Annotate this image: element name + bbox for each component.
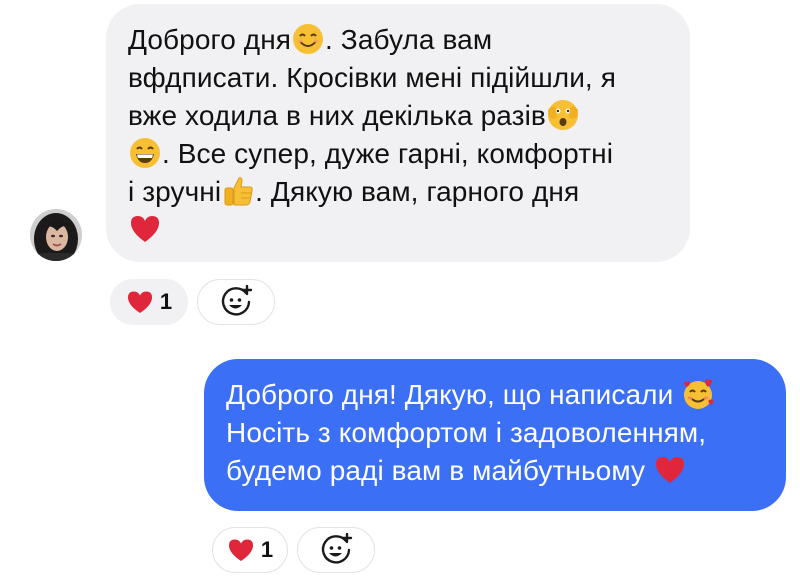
- reaction-heart-chip[interactable]: 1: [212, 527, 288, 573]
- avatar[interactable]: [30, 209, 82, 261]
- incoming-line-6: [128, 211, 676, 249]
- add-reaction-icon: [319, 533, 353, 567]
- heart-emoji: [126, 289, 154, 315]
- reaction-count: 1: [260, 537, 274, 562]
- incoming-line-3: вже ходила в них декілька разів: [128, 97, 676, 135]
- reaction-heart-chip[interactable]: 1: [110, 279, 188, 325]
- outgoing-line-2: Носіть з комфортом і задоволенням,: [226, 414, 774, 452]
- grin-emoji: [128, 136, 162, 170]
- smiling-face-with-hearts-emoji: [681, 377, 715, 411]
- incoming-line-5: і зручні . Дякую вам, гарного дня: [128, 173, 676, 211]
- smile-emoji: [291, 22, 325, 56]
- heart-emoji: [227, 537, 255, 563]
- message-text: вже ходила в них декілька разів: [128, 100, 546, 131]
- outgoing-message-bubble[interactable]: Доброго дня! Дякую, що написали Носіть з…: [204, 359, 786, 511]
- message-text: і зручні: [128, 176, 222, 207]
- heart-emoji: [128, 212, 162, 246]
- message-text: Доброго дня: [128, 24, 292, 55]
- message-text: Носіть з комфортом і задоволенням,: [226, 417, 707, 448]
- thumbs-up-emoji: [221, 174, 255, 208]
- reaction-count: 1: [159, 289, 173, 314]
- outgoing-line-3: будемо раді вам в майбутньому: [226, 452, 774, 490]
- incoming-line-2: вфдписати. Кросівки мені підійшли, я: [128, 59, 676, 97]
- message-text: . Все супер, дуже гарні, комфортні: [162, 138, 614, 169]
- incoming-message-bubble[interactable]: Доброго дня . Забула вам вфдписати. Кросі…: [106, 4, 690, 262]
- add-reaction-button[interactable]: [297, 527, 375, 573]
- message-text: будемо раді вам в майбутньому: [226, 455, 653, 486]
- avatar-photo: [30, 209, 82, 261]
- outgoing-line-1: Доброго дня! Дякую, що написали: [226, 376, 774, 414]
- add-reaction-button[interactable]: [197, 279, 275, 325]
- message-text: . Забула вам: [325, 24, 493, 55]
- heart-emoji: [653, 453, 687, 487]
- incoming-line-1: Доброго дня . Забула вам: [128, 21, 676, 59]
- message-text: . Дякую вам, гарного дня: [255, 176, 580, 207]
- chat-thread: Доброго дня . Забула вам вфдписати. Кросі…: [0, 0, 800, 583]
- peek-emoji: [546, 98, 580, 132]
- message-text: вфдписати. Кросівки мені підійшли, я: [128, 62, 616, 93]
- message-text: Доброго дня! Дякую, що написали: [226, 379, 682, 410]
- incoming-line-4: . Все супер, дуже гарні, комфортні: [128, 135, 676, 173]
- add-reaction-icon: [219, 285, 253, 319]
